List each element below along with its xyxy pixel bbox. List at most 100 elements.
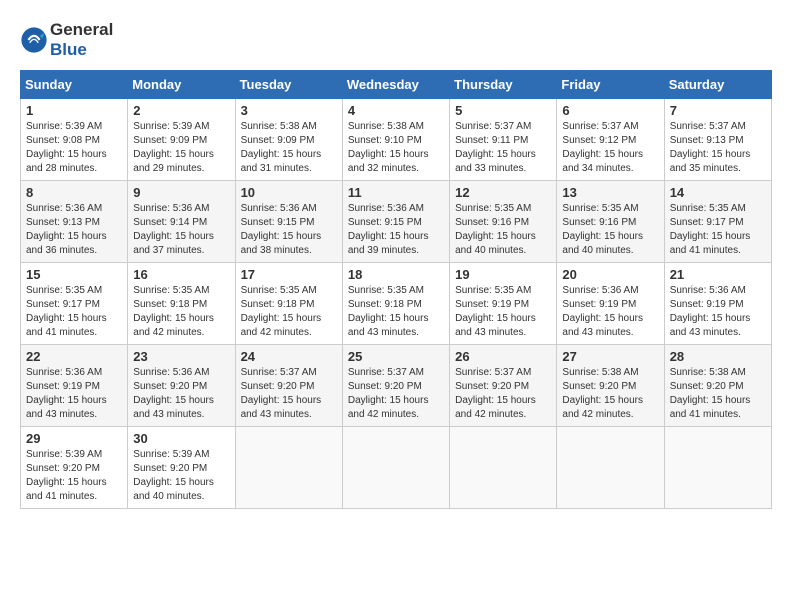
day-number: 9 <box>133 185 229 200</box>
day-info: Sunrise: 5:35 AM Sunset: 9:16 PM Dayligh… <box>562 202 658 258</box>
day-info: Sunrise: 5:39 AM Sunset: 9:20 PM Dayligh… <box>26 448 122 504</box>
calendar-week-row: 22 Sunrise: 5:36 AM Sunset: 9:19 PM Dayl… <box>21 345 772 427</box>
day-info: Sunrise: 5:36 AM Sunset: 9:15 PM Dayligh… <box>348 202 444 258</box>
logo-icon <box>20 26 48 54</box>
day-number: 5 <box>455 103 551 118</box>
day-number: 7 <box>670 103 766 118</box>
calendar-week-row: 29 Sunrise: 5:39 AM Sunset: 9:20 PM Dayl… <box>21 427 772 509</box>
calendar-cell: 21 Sunrise: 5:36 AM Sunset: 9:19 PM Dayl… <box>664 263 771 345</box>
day-number: 30 <box>133 431 229 446</box>
day-number: 14 <box>670 185 766 200</box>
calendar-cell: 23 Sunrise: 5:36 AM Sunset: 9:20 PM Dayl… <box>128 345 235 427</box>
calendar-cell: 6 Sunrise: 5:37 AM Sunset: 9:12 PM Dayli… <box>557 99 664 181</box>
day-number: 3 <box>241 103 337 118</box>
calendar-cell: 13 Sunrise: 5:35 AM Sunset: 9:16 PM Dayl… <box>557 181 664 263</box>
col-header-tuesday: Tuesday <box>235 71 342 99</box>
day-info: Sunrise: 5:39 AM Sunset: 9:09 PM Dayligh… <box>133 120 229 176</box>
day-info: Sunrise: 5:36 AM Sunset: 9:19 PM Dayligh… <box>670 284 766 340</box>
day-number: 2 <box>133 103 229 118</box>
day-info: Sunrise: 5:37 AM Sunset: 9:20 PM Dayligh… <box>348 366 444 422</box>
calendar-cell: 7 Sunrise: 5:37 AM Sunset: 9:13 PM Dayli… <box>664 99 771 181</box>
day-info: Sunrise: 5:39 AM Sunset: 9:08 PM Dayligh… <box>26 120 122 176</box>
day-number: 28 <box>670 349 766 364</box>
day-number: 17 <box>241 267 337 282</box>
calendar-cell: 14 Sunrise: 5:35 AM Sunset: 9:17 PM Dayl… <box>664 181 771 263</box>
calendar-cell: 2 Sunrise: 5:39 AM Sunset: 9:09 PM Dayli… <box>128 99 235 181</box>
calendar-week-row: 1 Sunrise: 5:39 AM Sunset: 9:08 PM Dayli… <box>21 99 772 181</box>
header: General Blue <box>20 20 772 60</box>
day-info: Sunrise: 5:36 AM Sunset: 9:19 PM Dayligh… <box>562 284 658 340</box>
day-number: 10 <box>241 185 337 200</box>
day-info: Sunrise: 5:37 AM Sunset: 9:20 PM Dayligh… <box>455 366 551 422</box>
calendar-cell <box>557 427 664 509</box>
logo: General Blue <box>20 20 113 60</box>
calendar-cell: 5 Sunrise: 5:37 AM Sunset: 9:11 PM Dayli… <box>450 99 557 181</box>
calendar-cell: 25 Sunrise: 5:37 AM Sunset: 9:20 PM Dayl… <box>342 345 449 427</box>
day-info: Sunrise: 5:35 AM Sunset: 9:18 PM Dayligh… <box>133 284 229 340</box>
calendar-cell: 30 Sunrise: 5:39 AM Sunset: 9:20 PM Dayl… <box>128 427 235 509</box>
day-info: Sunrise: 5:36 AM Sunset: 9:14 PM Dayligh… <box>133 202 229 258</box>
day-info: Sunrise: 5:35 AM Sunset: 9:18 PM Dayligh… <box>241 284 337 340</box>
calendar-header-row: SundayMondayTuesdayWednesdayThursdayFrid… <box>21 71 772 99</box>
day-number: 20 <box>562 267 658 282</box>
day-info: Sunrise: 5:36 AM Sunset: 9:13 PM Dayligh… <box>26 202 122 258</box>
day-number: 8 <box>26 185 122 200</box>
calendar-cell: 17 Sunrise: 5:35 AM Sunset: 9:18 PM Dayl… <box>235 263 342 345</box>
col-header-wednesday: Wednesday <box>342 71 449 99</box>
day-number: 27 <box>562 349 658 364</box>
day-number: 19 <box>455 267 551 282</box>
day-number: 24 <box>241 349 337 364</box>
day-number: 16 <box>133 267 229 282</box>
col-header-saturday: Saturday <box>664 71 771 99</box>
calendar-cell: 3 Sunrise: 5:38 AM Sunset: 9:09 PM Dayli… <box>235 99 342 181</box>
day-number: 15 <box>26 267 122 282</box>
calendar-cell: 26 Sunrise: 5:37 AM Sunset: 9:20 PM Dayl… <box>450 345 557 427</box>
day-number: 12 <box>455 185 551 200</box>
day-info: Sunrise: 5:35 AM Sunset: 9:17 PM Dayligh… <box>26 284 122 340</box>
day-info: Sunrise: 5:35 AM Sunset: 9:16 PM Dayligh… <box>455 202 551 258</box>
day-number: 6 <box>562 103 658 118</box>
day-info: Sunrise: 5:37 AM Sunset: 9:11 PM Dayligh… <box>455 120 551 176</box>
calendar-cell <box>450 427 557 509</box>
col-header-monday: Monday <box>128 71 235 99</box>
day-info: Sunrise: 5:37 AM Sunset: 9:12 PM Dayligh… <box>562 120 658 176</box>
day-info: Sunrise: 5:36 AM Sunset: 9:20 PM Dayligh… <box>133 366 229 422</box>
calendar-cell: 29 Sunrise: 5:39 AM Sunset: 9:20 PM Dayl… <box>21 427 128 509</box>
calendar-cell: 4 Sunrise: 5:38 AM Sunset: 9:10 PM Dayli… <box>342 99 449 181</box>
calendar-cell: 24 Sunrise: 5:37 AM Sunset: 9:20 PM Dayl… <box>235 345 342 427</box>
calendar-cell: 11 Sunrise: 5:36 AM Sunset: 9:15 PM Dayl… <box>342 181 449 263</box>
day-number: 11 <box>348 185 444 200</box>
day-number: 21 <box>670 267 766 282</box>
day-info: Sunrise: 5:35 AM Sunset: 9:17 PM Dayligh… <box>670 202 766 258</box>
day-number: 23 <box>133 349 229 364</box>
col-header-friday: Friday <box>557 71 664 99</box>
day-info: Sunrise: 5:35 AM Sunset: 9:18 PM Dayligh… <box>348 284 444 340</box>
logo-blue-text: Blue <box>50 40 87 59</box>
day-number: 4 <box>348 103 444 118</box>
calendar-cell: 15 Sunrise: 5:35 AM Sunset: 9:17 PM Dayl… <box>21 263 128 345</box>
calendar-cell: 10 Sunrise: 5:36 AM Sunset: 9:15 PM Dayl… <box>235 181 342 263</box>
day-info: Sunrise: 5:37 AM Sunset: 9:20 PM Dayligh… <box>241 366 337 422</box>
day-info: Sunrise: 5:38 AM Sunset: 9:09 PM Dayligh… <box>241 120 337 176</box>
calendar-cell: 16 Sunrise: 5:35 AM Sunset: 9:18 PM Dayl… <box>128 263 235 345</box>
day-info: Sunrise: 5:38 AM Sunset: 9:20 PM Dayligh… <box>562 366 658 422</box>
calendar-table: SundayMondayTuesdayWednesdayThursdayFrid… <box>20 70 772 509</box>
day-info: Sunrise: 5:36 AM Sunset: 9:19 PM Dayligh… <box>26 366 122 422</box>
day-info: Sunrise: 5:38 AM Sunset: 9:20 PM Dayligh… <box>670 366 766 422</box>
calendar-cell: 27 Sunrise: 5:38 AM Sunset: 9:20 PM Dayl… <box>557 345 664 427</box>
day-number: 26 <box>455 349 551 364</box>
calendar-cell: 8 Sunrise: 5:36 AM Sunset: 9:13 PM Dayli… <box>21 181 128 263</box>
day-info: Sunrise: 5:36 AM Sunset: 9:15 PM Dayligh… <box>241 202 337 258</box>
calendar-cell: 20 Sunrise: 5:36 AM Sunset: 9:19 PM Dayl… <box>557 263 664 345</box>
calendar-cell: 12 Sunrise: 5:35 AM Sunset: 9:16 PM Dayl… <box>450 181 557 263</box>
calendar-week-row: 8 Sunrise: 5:36 AM Sunset: 9:13 PM Dayli… <box>21 181 772 263</box>
day-info: Sunrise: 5:35 AM Sunset: 9:19 PM Dayligh… <box>455 284 551 340</box>
day-number: 25 <box>348 349 444 364</box>
calendar-cell <box>664 427 771 509</box>
calendar-week-row: 15 Sunrise: 5:35 AM Sunset: 9:17 PM Dayl… <box>21 263 772 345</box>
calendar-cell: 22 Sunrise: 5:36 AM Sunset: 9:19 PM Dayl… <box>21 345 128 427</box>
day-info: Sunrise: 5:37 AM Sunset: 9:13 PM Dayligh… <box>670 120 766 176</box>
calendar-cell: 1 Sunrise: 5:39 AM Sunset: 9:08 PM Dayli… <box>21 99 128 181</box>
day-info: Sunrise: 5:38 AM Sunset: 9:10 PM Dayligh… <box>348 120 444 176</box>
col-header-thursday: Thursday <box>450 71 557 99</box>
